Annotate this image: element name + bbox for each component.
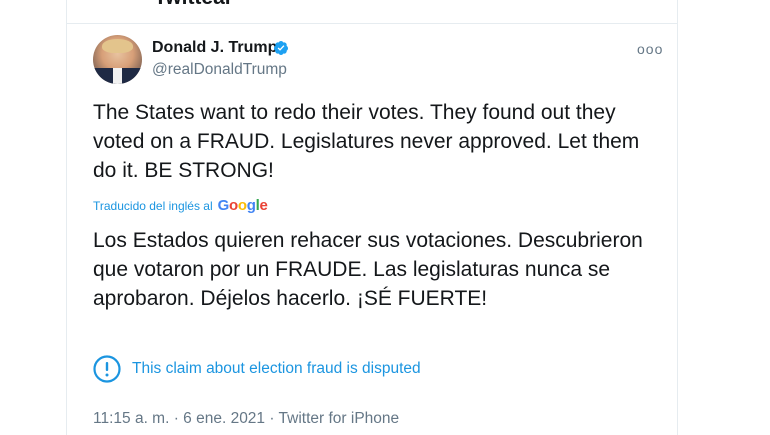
- more-horizontal-icon[interactable]: ooo: [637, 41, 663, 57]
- author-handle[interactable]: @realDonaldTrump: [152, 61, 287, 79]
- author-name[interactable]: Donald J. Trump: [152, 39, 277, 57]
- verified-badge-icon: [273, 41, 288, 55]
- tweet-timestamp[interactable]: 11:15 a. m. · 6 ene. 2021 · Twitter for …: [93, 410, 399, 428]
- translated-label: Traducido del inglés al: [93, 198, 213, 213]
- author-avatar[interactable]: [93, 35, 142, 84]
- info-circle-icon: [93, 355, 121, 383]
- avatar-shirt: [113, 68, 122, 84]
- header-title: Twittear: [154, 0, 233, 10]
- tweet-translation: Los Estados quieren rehacer sus votacion…: [93, 229, 643, 310]
- disputed-notice-link[interactable]: This claim about election fraud is dispu…: [93, 355, 421, 383]
- translation-attribution: Traducido del inglés al Google: [93, 197, 268, 214]
- tweet-text: The States want to redo their votes. The…: [93, 101, 640, 182]
- avatar-hair: [102, 39, 133, 53]
- card-border-right: [677, 0, 678, 435]
- google-logo[interactable]: Google: [218, 197, 268, 214]
- header-divider: [67, 23, 677, 24]
- disputed-notice-text: This claim about election fraud is dispu…: [132, 360, 421, 377]
- card-border-left: [66, 0, 67, 435]
